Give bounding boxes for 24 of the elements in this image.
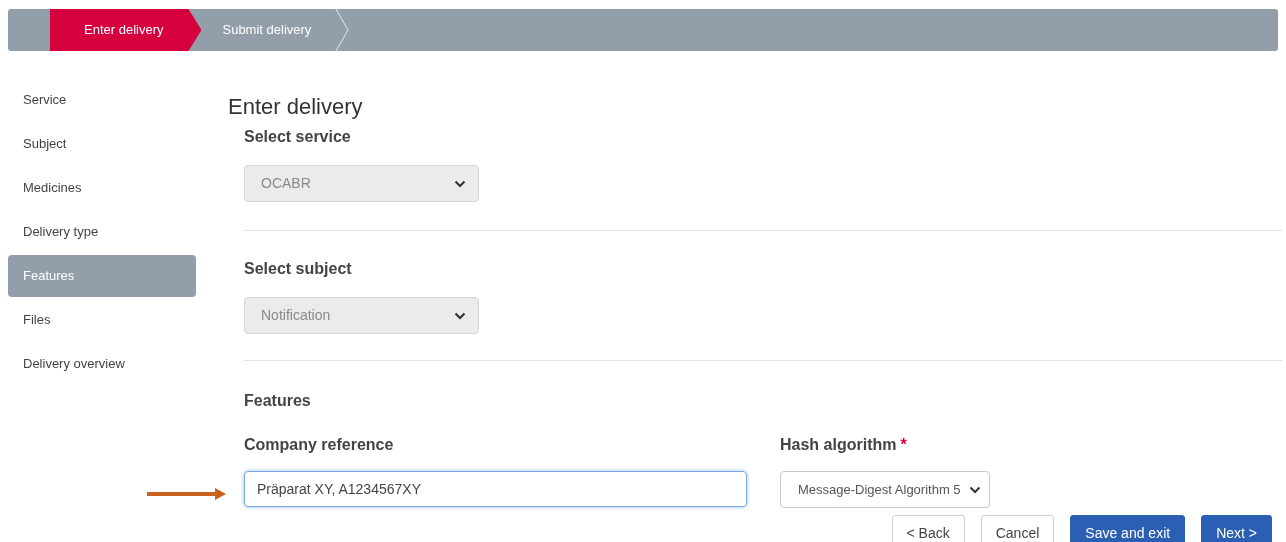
action-button[interactable]: Save and exit	[1070, 515, 1186, 542]
sidebar-item[interactable]: Delivery type	[8, 211, 196, 253]
sidebar-item[interactable]: Delivery overview	[8, 343, 196, 385]
sidebar-item[interactable]: Subject	[8, 123, 196, 165]
sidebar-item[interactable]: Medicines	[8, 167, 196, 209]
action-button[interactable]: < Back	[891, 515, 965, 542]
company-reference-field[interactable]: Präparat XY, A1234567XY	[244, 471, 747, 507]
required-mark: *	[900, 435, 907, 455]
section-heading: Select service	[244, 127, 352, 147]
section-heading: Select subject	[244, 259, 353, 279]
sidebar-item[interactable]: Files	[8, 299, 196, 341]
field-label: Hash algorithm	[780, 435, 897, 455]
chevron-down-icon	[454, 179, 466, 188]
chevron-down-icon	[968, 485, 981, 494]
chevron-down-icon	[454, 311, 466, 320]
section-heading: Features	[244, 391, 312, 411]
hash-algorithm-select[interactable]: Message-Digest Algorithm 5	[780, 471, 990, 508]
action-button[interactable]: Cancel	[980, 515, 1055, 542]
step-tab[interactable]: Enter delivery	[50, 9, 202, 51]
field-label: Company reference	[244, 435, 395, 455]
sidebar-item[interactable]: Service	[8, 79, 196, 121]
chevron-separator-icon	[335, 9, 350, 51]
page-title: Enter delivery	[228, 93, 364, 121]
action-button[interactable]: Next >	[1201, 515, 1272, 542]
